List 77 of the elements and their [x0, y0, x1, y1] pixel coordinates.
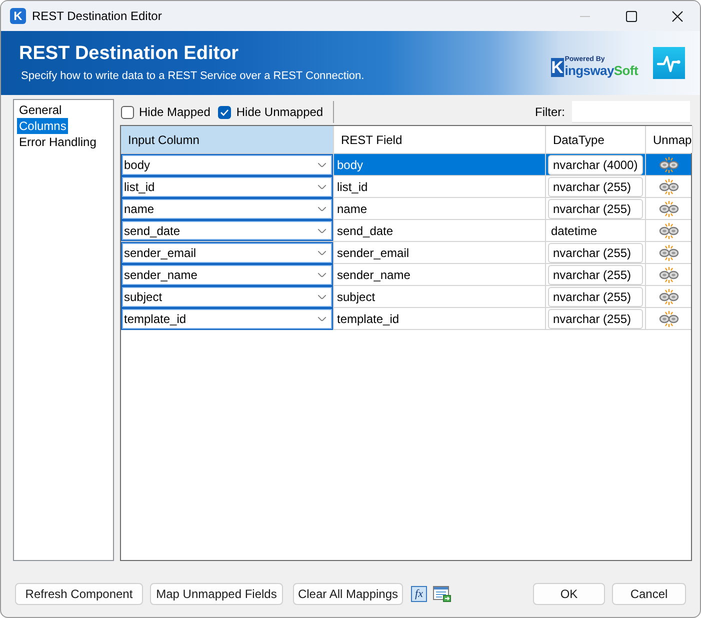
checkmark-icon [220, 108, 230, 116]
data-type-field[interactable]: nvarchar (255) [548, 287, 643, 307]
input-column-dropdown[interactable]: list_id [121, 176, 333, 198]
table-row[interactable]: template_id template_id nvarchar (255) [121, 308, 691, 330]
chevron-down-icon [318, 185, 326, 189]
input-column-dropdown[interactable]: sender_email [121, 242, 333, 264]
table-cell: datetime [546, 220, 646, 241]
input-column-dropdown[interactable]: sender_name [121, 264, 333, 286]
input-column-dropdown[interactable]: subject [121, 286, 333, 308]
filter-field[interactable] [572, 101, 690, 123]
unmap-button[interactable] [658, 245, 678, 261]
chevron-down-icon [318, 295, 326, 299]
table-row[interactable]: body body nvarchar (4000) [121, 154, 691, 176]
spreadsheet-button[interactable] [433, 586, 451, 602]
broken-link-icon [658, 245, 678, 261]
broken-link-icon [658, 157, 678, 173]
sidebar-item[interactable]: General [17, 102, 64, 118]
broken-link-icon [658, 267, 678, 283]
input-column-dropdown[interactable]: send_date [121, 220, 333, 241]
pulse-icon [653, 47, 685, 79]
input-column-dropdown[interactable]: body [121, 154, 333, 176]
checkbox[interactable] [121, 106, 134, 118]
sidebar-item[interactable]: Columns [17, 118, 68, 134]
table-cell: template_id [334, 308, 546, 330]
table-row[interactable]: sender_name sender_name nvarchar (255) [121, 264, 691, 286]
chevron-down-icon [318, 207, 326, 211]
logo-name-suffix: Soft [614, 64, 638, 76]
banner-title: REST Destination Editor [19, 43, 239, 65]
sidebar-item[interactable]: Error Handling [17, 134, 98, 150]
data-type-field[interactable]: nvarchar (255) [548, 177, 643, 197]
action-button[interactable]: Map Unmapped Fields [150, 583, 283, 605]
table-row[interactable]: list_id list_id nvarchar (255) [121, 176, 691, 198]
data-type-field[interactable]: nvarchar (255) [548, 199, 643, 219]
chevron-down-icon [318, 228, 326, 232]
unmap-button[interactable] [658, 201, 678, 217]
input-column-dropdown[interactable]: name [121, 198, 333, 220]
logo-name: ingsway [564, 64, 614, 76]
window-title: REST Destination Editor [32, 9, 162, 23]
data-type-field[interactable]: nvarchar (4000) [548, 155, 643, 175]
app-icon: K [10, 8, 26, 24]
input-column-dropdown[interactable]: template_id [121, 308, 333, 330]
unmap-button[interactable] [658, 179, 678, 195]
broken-link-icon [658, 289, 678, 305]
action-button[interactable]: Refresh Component [15, 583, 143, 605]
data-type-field[interactable]: nvarchar (255) [548, 243, 643, 263]
column-header[interactable]: Input Column [121, 126, 334, 153]
checkbox[interactable] [218, 106, 232, 118]
table-row[interactable]: subject subject nvarchar (255) [121, 286, 691, 308]
data-type-field[interactable]: nvarchar (255) [548, 265, 643, 285]
logo-initial: K [550, 58, 564, 76]
chevron-down-icon [318, 317, 326, 321]
unmap-button[interactable] [658, 267, 678, 283]
broken-link-icon [658, 222, 678, 238]
table-cell: send_date [334, 220, 546, 241]
unmap-button[interactable] [658, 311, 678, 327]
formula-button[interactable]: fx [411, 586, 427, 602]
checkbox-label[interactable]: Hide Mapped [139, 105, 210, 119]
dialog-button[interactable]: OK [533, 583, 605, 605]
action-button[interactable]: Clear All Mappings [293, 583, 403, 605]
chevron-down-icon [318, 251, 326, 255]
chevron-down-icon [318, 273, 326, 277]
filter-label: Filter: [535, 105, 565, 119]
table-row[interactable]: send_date send_date datetime [121, 220, 691, 242]
table-row[interactable]: sender_email sender_email nvarchar (255) [121, 242, 691, 264]
broken-link-icon [658, 179, 678, 195]
broken-link-icon [658, 311, 678, 327]
data-type-field[interactable]: nvarchar (255) [548, 309, 643, 329]
dialog-button[interactable]: Cancel [612, 583, 686, 605]
chevron-down-icon [318, 163, 326, 167]
checkbox-label[interactable]: Hide Unmapped [236, 105, 324, 119]
banner-subtitle: Specify how to write data to a REST Service over a REST Connection. [21, 70, 364, 83]
unmap-button[interactable] [658, 289, 678, 305]
unmap-button[interactable] [658, 222, 678, 238]
unmap-button[interactable] [658, 157, 678, 173]
spreadsheet-icon [433, 586, 451, 602]
table-row[interactable]: name name nvarchar (255) [121, 198, 691, 220]
broken-link-icon [658, 201, 678, 217]
